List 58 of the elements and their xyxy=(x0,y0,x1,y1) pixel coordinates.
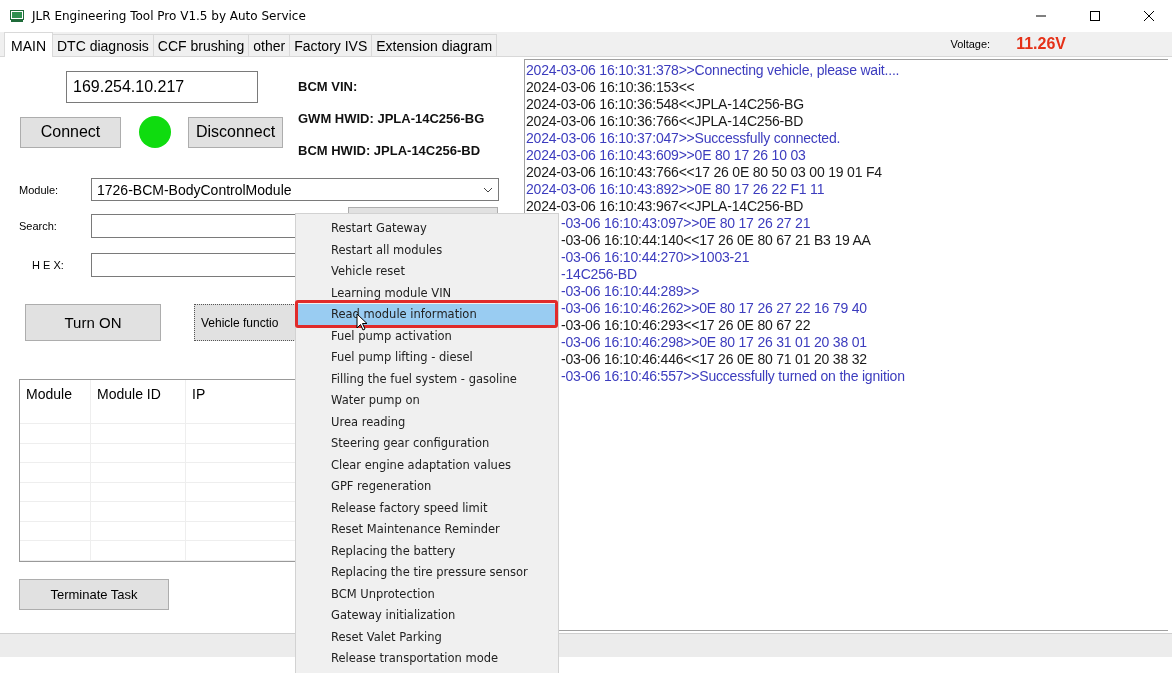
menu-item[interactable]: Gateway initialization xyxy=(298,605,556,627)
log-line: 2024-03-06 16:10:36:153<< xyxy=(526,79,696,96)
module-label: Module: xyxy=(19,183,60,196)
log-line: -03-06 16:10:46:293<<17 26 0E 80 67 22 xyxy=(560,317,812,334)
menu-item[interactable]: Restart all modules xyxy=(298,239,556,261)
voltage-label: Voltage: xyxy=(950,38,991,50)
tab[interactable]: Factory IVS xyxy=(289,34,373,56)
log-line: -03-06 16:10:43:097>>0E 80 17 26 27 21 xyxy=(560,215,812,232)
menu-item[interactable]: Reset Valet Parking xyxy=(298,626,556,648)
log-line: 2024-03-06 16:10:36:766<<JPLA-14C256-BD xyxy=(526,113,805,130)
menu-item[interactable]: Replacing the tire pressure sensor xyxy=(298,562,556,584)
menu-item[interactable]: Restart Gateway xyxy=(298,218,556,240)
log-line: 2024-03-06 16:10:31:378>>Connecting vehicle, please wait.... xyxy=(526,62,901,79)
log-line: 2024-03-06 16:10:43:967<<JPLA-14C256-BD xyxy=(526,198,805,215)
voltage-value: 11.26V xyxy=(1016,35,1066,53)
log-line: -03-06 16:10:44:140<<17 26 0E 80 67 21 B3 19 AA xyxy=(560,232,872,249)
menu-item[interactable]: Fuel pump lifting - diesel xyxy=(298,347,556,369)
column-header: Module ID xyxy=(91,380,186,424)
log-line: 2024-03-06 16:10:37:047>>Successfully connected. xyxy=(526,130,842,147)
menu-item[interactable]: Vehicle reset xyxy=(298,261,556,283)
disconnect-button[interactable]: Disconnect xyxy=(188,116,283,148)
connect-button[interactable]: Connect xyxy=(20,116,121,148)
tab[interactable]: MAIN xyxy=(4,32,53,57)
menu-item[interactable]: Reset Maintenance Reminder xyxy=(298,519,556,541)
menu-item[interactable]: Clear engine adaptation values xyxy=(298,454,556,476)
tab[interactable]: DTC diagnosis xyxy=(52,34,154,56)
tab[interactable]: CCF brushing xyxy=(152,34,250,56)
log-line: 2024-03-06 16:10:43:892>>0E 80 17 26 22 F1 11 xyxy=(526,181,826,198)
menu-item[interactable]: GPF regeneration xyxy=(298,476,556,498)
log-line: 2024-03-06 16:10:43:609>>0E 80 17 26 10 03 xyxy=(526,147,807,164)
search-label: Search: xyxy=(19,220,58,232)
info-label: GWM HWID: JPLA-14C256-BG xyxy=(298,111,485,128)
menu-item[interactable]: Steering gear configuration xyxy=(298,433,556,455)
menu-item[interactable]: Replacing the battery xyxy=(298,540,556,562)
module-dropdown[interactable]: 1726-BCM-BodyControlModule xyxy=(91,178,499,201)
info-label: BCM HWID: JPLA-14C256-BD xyxy=(298,143,482,160)
tab[interactable]: Extension diagram xyxy=(371,34,498,56)
log-line: -03-06 16:10:44:289>> xyxy=(560,283,701,300)
terminate-task-button[interactable]: Terminate Task xyxy=(19,579,169,610)
window-title: JLR Engineering Tool Pro V1.5 by Auto Service xyxy=(32,9,307,23)
menu-item[interactable]: Read module information xyxy=(298,304,556,326)
log-line: -03-06 16:10:46:557>>Successfully turned on the ignition xyxy=(560,368,906,385)
log-line: -03-06 16:10:46:262>>0E 80 17 26 27 22 16 79 40 xyxy=(560,300,868,317)
turn-on-button[interactable]: Turn ON xyxy=(25,304,161,341)
log-line: -03-06 16:10:46:446<<17 26 0E 80 71 01 20 38 32 xyxy=(560,351,868,368)
log-line: 2024-03-06 16:10:43:766<<17 26 0E 80 50 03 00 19 01 F4 xyxy=(526,164,883,181)
ip-address-field[interactable]: 169.254.10.217 xyxy=(66,71,258,103)
menu-item[interactable]: Learning module VIN xyxy=(298,282,556,304)
log-line: -03-06 16:10:46:298>>0E 80 17 26 31 01 20 38 01 xyxy=(560,334,868,351)
info-label: BCM VIN: xyxy=(298,79,359,96)
menu-item[interactable]: Release factory speed limit xyxy=(298,497,556,519)
menu-item[interactable]: Release transportation mode xyxy=(298,648,556,670)
column-header: Module xyxy=(20,380,91,424)
menu-item[interactable]: BCM Unprotection xyxy=(298,583,556,605)
log-line: -14C256-BD xyxy=(560,266,638,283)
hex-label: H E X: xyxy=(31,259,65,271)
log-line: -03-06 16:10:44:270>>1003-21 xyxy=(560,249,751,266)
log-line: 2024-03-06 16:10:36:548<<JPLA-14C256-BG xyxy=(526,96,805,113)
